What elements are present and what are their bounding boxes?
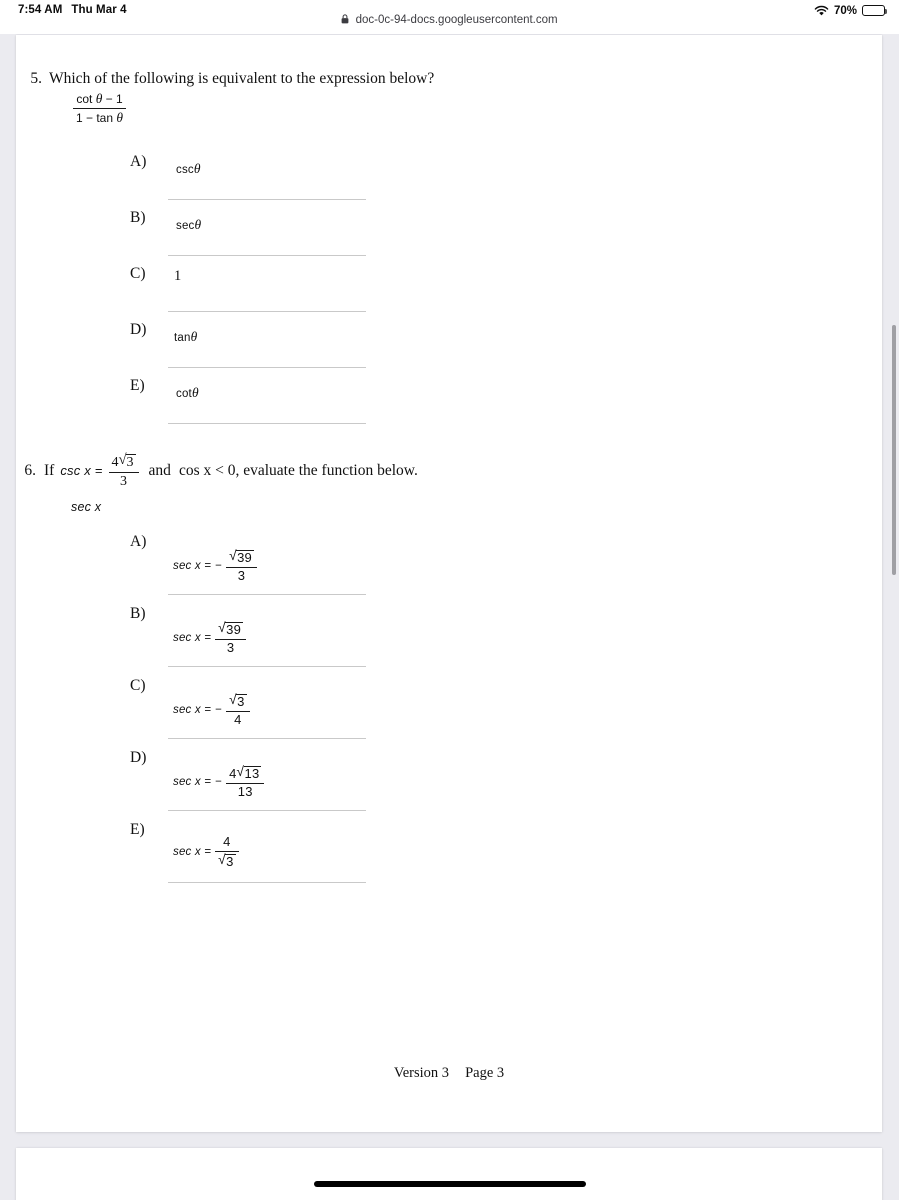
answer-line-5-d [168, 367, 366, 368]
choice-6-a-letter: A) [130, 533, 147, 550]
expr-numerator-theta: θ [95, 91, 103, 107]
answer-line-5-a [168, 199, 366, 200]
expr-denominator-prefix: 1 − tan [76, 110, 114, 125]
choice-6-c-letter: C) [130, 677, 146, 694]
document-page-4 [16, 1148, 882, 1200]
choice-6-d[interactable]: D) sec x = − 413 13 [16, 749, 882, 821]
answer-line-6-b [168, 666, 366, 667]
choice-6-d-value: sec x = − 413 13 [173, 764, 266, 799]
choice-5-c-letter: C) [130, 265, 146, 282]
choice-5-b-value: secθ [176, 217, 202, 232]
choice-6-a-value: sec x = − 39 3 [173, 548, 259, 583]
choice-6-b-value: sec x = 39 3 [173, 620, 248, 655]
minus-sign: − [215, 560, 223, 573]
document-viewport[interactable]: 5. Which of the following is equivalent … [0, 30, 899, 1200]
question-6-given-fraction: 43 3 [108, 452, 139, 489]
document-page-3: 5. Which of the following is equivalent … [16, 35, 882, 1132]
choice-5-d-letter: D) [130, 321, 147, 338]
question-5-heading: 5. Which of the following is equivalent … [16, 69, 882, 88]
given-denominator: 3 [120, 473, 128, 489]
choice-6-e-letter: E) [130, 821, 145, 838]
choice-5-a-letter: A) [130, 153, 147, 170]
vertical-scrollbar[interactable] [887, 30, 899, 1200]
expr-denominator-theta: θ [116, 109, 124, 125]
worksheet-content: 5. Which of the following is equivalent … [16, 35, 882, 1132]
choice-5-a[interactable]: A) cscθ [16, 153, 882, 209]
browser-url-bar[interactable]: doc-0c-94-docs.googleusercontent.com [0, 14, 899, 27]
question-5-choices: A) cscθ B) secθ C) 1 D) tanθ E) cotθ [16, 153, 882, 433]
question-5-expression: cot θ − 1 1 − tan θ [71, 91, 882, 125]
choice-6-d-letter: D) [130, 749, 147, 766]
choice-5-a-value: cscθ [176, 161, 201, 176]
choice-5-c-value: 1 [174, 268, 182, 284]
answer-line-5-b [168, 255, 366, 256]
question-6-choices: A) sec x = − 39 3 B) s [16, 533, 882, 893]
choice-5-e-letter: E) [130, 377, 145, 394]
choice-5-b[interactable]: B) secθ [16, 209, 882, 265]
answer-line-6-e [168, 882, 366, 883]
choice-6-e[interactable]: E) sec x = 4 3 [16, 821, 882, 893]
theta-glyph: θ [193, 161, 201, 176]
question-6-number: 6. [24, 462, 36, 480]
url-text: doc-0c-94-docs.googleusercontent.com [355, 14, 558, 26]
answer-line-5-c [168, 311, 366, 312]
choice-6-e-value: sec x = 4 3 [173, 834, 241, 869]
choice-6-c-value: sec x = − 3 4 [173, 692, 252, 727]
answer-line-6-c [168, 738, 366, 739]
answer-line-5-e [168, 423, 366, 424]
footer-version: Version 3 [393, 1065, 450, 1081]
choice-5-e[interactable]: E) cotθ [16, 377, 882, 433]
expr-numerator-prefix: cot [76, 92, 93, 107]
choice-5-d[interactable]: D) tanθ [16, 321, 882, 377]
choice-6-a[interactable]: A) sec x = − 39 3 [16, 533, 882, 605]
minus-sign: − [215, 704, 223, 717]
question-5: 5. Which of the following is equivalent … [16, 69, 882, 125]
theta-glyph: θ [190, 329, 198, 344]
question-5-number: 5. [30, 70, 42, 87]
minus-sign: − [215, 776, 223, 789]
footer-page: Page 3 [465, 1065, 505, 1081]
choice-6-c[interactable]: C) sec x = − 3 4 [16, 677, 882, 749]
theta-glyph: θ [194, 217, 202, 232]
given-numerator: 43 [109, 452, 139, 472]
question-6-heading: 6. If csc x = 43 3 and cos x < 0 , evalu… [16, 452, 882, 489]
lock-icon [341, 14, 349, 27]
choice-6-b[interactable]: B) sec x = 39 3 [16, 605, 882, 677]
expr-numerator-suffix: − 1 [105, 92, 123, 107]
question-6-target-function: sec x [71, 500, 102, 515]
choice-5-d-value: tanθ [174, 329, 198, 344]
theta-glyph: θ [191, 385, 199, 400]
choice-5-e-value: cotθ [176, 385, 199, 400]
home-indicator[interactable] [313, 1181, 586, 1187]
question-6-prompt-part2: and [148, 462, 171, 480]
choice-5-b-letter: B) [130, 209, 146, 226]
question-6-prompt-part3: , evaluate the function below. [235, 462, 418, 480]
answer-line-6-a [168, 594, 366, 595]
scrollbar-thumb[interactable] [892, 325, 896, 575]
question-6-prompt-part1: If [44, 462, 55, 480]
question-6: 6. If csc x = 43 3 and cos x < 0 , evalu… [16, 452, 882, 515]
choice-5-c[interactable]: C) 1 [16, 265, 882, 321]
answer-line-6-d [168, 810, 366, 811]
question-6-given-lhs: csc x = [60, 463, 103, 479]
choice-6-b-letter: B) [130, 605, 146, 622]
question-6-condition: cos x < 0 [178, 462, 236, 480]
document-footer: Version 3 Page 3 [16, 1065, 882, 1082]
question-5-prompt: Which of the following is equivalent to … [49, 70, 435, 87]
